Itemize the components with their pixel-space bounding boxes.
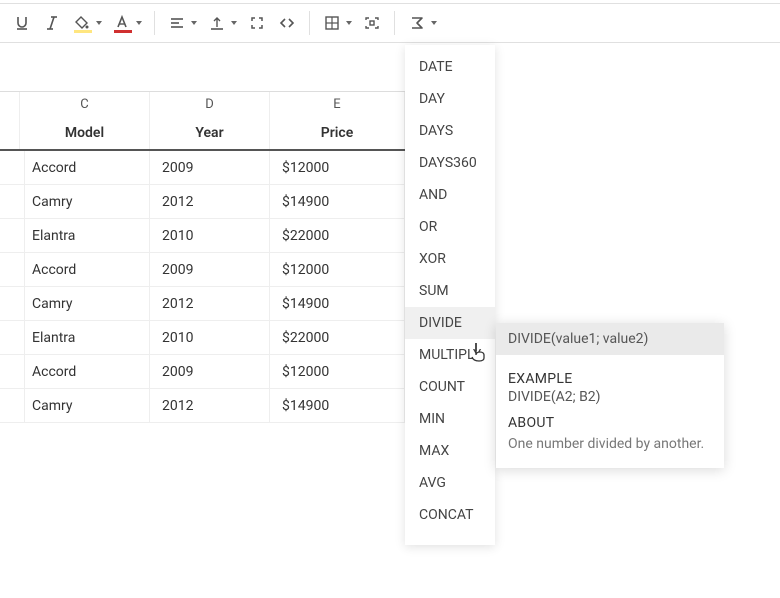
cell-year[interactable]: 2010 (150, 219, 270, 252)
cell-year[interactable]: 2010 (150, 321, 270, 354)
formula-item-sum[interactable]: SUM (405, 275, 495, 307)
cell-price[interactable]: $12000 (270, 151, 405, 184)
formula-icon[interactable] (403, 9, 441, 37)
underline-icon[interactable] (8, 9, 36, 37)
header-year[interactable]: Year (150, 117, 270, 149)
vertical-align-icon[interactable] (203, 9, 241, 37)
row-number (0, 117, 20, 149)
cell-year[interactable]: 2012 (150, 287, 270, 320)
cell-price[interactable]: $22000 (270, 219, 405, 252)
table-icon[interactable] (318, 9, 356, 37)
fullscreen-icon[interactable] (243, 9, 271, 37)
table-row[interactable]: Elantra2010$22000 (0, 321, 405, 355)
formula-item-multiply[interactable]: MULTIPLY (405, 339, 495, 371)
cell-price[interactable]: $12000 (270, 253, 405, 286)
table-row[interactable]: Accord2009$12000 (0, 151, 405, 185)
formula-item-date[interactable]: DATE (405, 51, 495, 83)
cell-price[interactable]: $14900 (270, 287, 405, 320)
spreadsheet: C D E Model Year Price Accord2009$12000C… (0, 91, 405, 423)
cell-year[interactable]: 2009 (150, 355, 270, 388)
cell-model[interactable]: Camry (20, 389, 150, 422)
formula-item-xor[interactable]: XOR (405, 243, 495, 275)
text-color-icon[interactable] (108, 9, 146, 37)
header-model[interactable]: Model (20, 117, 150, 149)
align-icon[interactable] (163, 9, 201, 37)
cell-year[interactable]: 2009 (150, 151, 270, 184)
toolbar-separator (394, 11, 395, 35)
cell-price[interactable]: $14900 (270, 185, 405, 218)
cell-year[interactable]: 2012 (150, 185, 270, 218)
table-row[interactable]: Camry2012$14900 (0, 389, 405, 423)
background-color-icon[interactable] (68, 9, 106, 37)
tooltip-example: DIVIDE(A2; B2) (508, 389, 712, 405)
cell-model[interactable]: Accord (20, 151, 150, 184)
cell-model[interactable]: Elantra (20, 321, 150, 354)
table-row[interactable]: Elantra2010$22000 (0, 219, 405, 253)
cell-model[interactable]: Accord (20, 355, 150, 388)
cell-price[interactable]: $22000 (270, 321, 405, 354)
code-icon[interactable] (273, 9, 301, 37)
cell-price[interactable]: $14900 (270, 389, 405, 422)
formula-item-min[interactable]: MIN (405, 403, 495, 435)
table-header-row: Model Year Price (0, 117, 405, 151)
cell-year[interactable]: 2009 (150, 253, 270, 286)
cell-price[interactable]: $12000 (270, 355, 405, 388)
column-header-c[interactable]: C (20, 92, 150, 117)
toolbar-separator (154, 11, 155, 35)
formula-item-divide[interactable]: DIVIDE (405, 307, 495, 339)
formula-item-day[interactable]: DAY (405, 83, 495, 115)
cell-model[interactable]: Accord (20, 253, 150, 286)
formula-item-or[interactable]: OR (405, 211, 495, 243)
cell-year[interactable]: 2012 (150, 389, 270, 422)
formula-item-days[interactable]: DAYS (405, 115, 495, 147)
row-header-blank (0, 92, 20, 117)
formula-item-avg[interactable]: AVG (405, 467, 495, 499)
cell-model[interactable]: Elantra (20, 219, 150, 252)
column-headers-row: C D E (0, 91, 405, 117)
tooltip-description: One number divided by another. (508, 435, 712, 454)
cell-model[interactable]: Camry (20, 287, 150, 320)
tooltip-signature: DIVIDE(value1; value2) (496, 323, 724, 355)
formula-item-concat[interactable]: CONCAT (405, 499, 495, 531)
italic-icon[interactable] (38, 9, 66, 37)
table-row[interactable]: Accord2009$12000 (0, 253, 405, 287)
formula-dropdown[interactable]: DATEDAYDAYSDAYS360ANDORXORSUMDIVIDEMULTI… (405, 45, 495, 545)
table-row[interactable]: Camry2012$14900 (0, 287, 405, 321)
tooltip-example-header: EXAMPLE (508, 371, 712, 387)
table-row[interactable]: Accord2009$12000 (0, 355, 405, 389)
split-cell-icon[interactable] (358, 9, 386, 37)
column-header-e[interactable]: E (270, 92, 405, 117)
column-header-d[interactable]: D (150, 92, 270, 117)
cell-model[interactable]: Camry (20, 185, 150, 218)
header-price[interactable]: Price (270, 117, 405, 149)
formula-tooltip: DIVIDE(value1; value2) EXAMPLE DIVIDE(A2… (496, 323, 724, 468)
formula-item-and[interactable]: AND (405, 179, 495, 211)
formula-item-days360[interactable]: DAYS360 (405, 147, 495, 179)
tooltip-about-header: ABOUT (508, 415, 712, 431)
formula-item-max[interactable]: MAX (405, 435, 495, 467)
toolbar (0, 3, 780, 43)
table-row[interactable]: Camry2012$14900 (0, 185, 405, 219)
formula-item-count[interactable]: COUNT (405, 371, 495, 403)
toolbar-separator (309, 11, 310, 35)
